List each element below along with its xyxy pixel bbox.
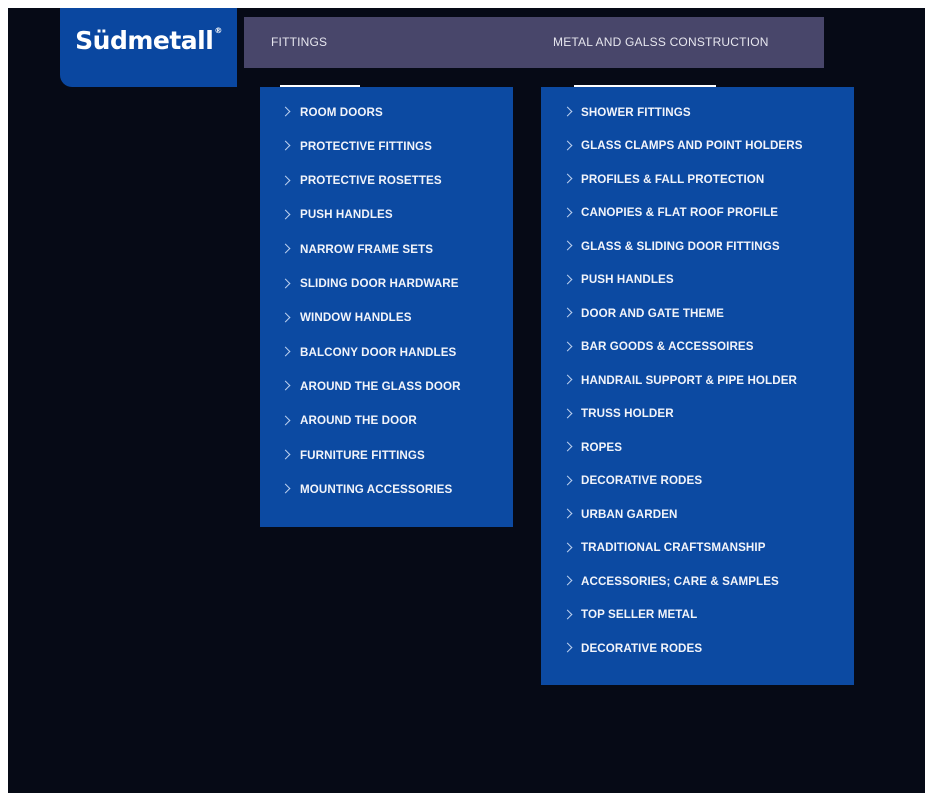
chevron-right-icon xyxy=(562,508,573,519)
metal-menu-item[interactable]: ACCESSORIES; CARE & SAMPLES xyxy=(541,571,854,591)
chevron-right-icon xyxy=(562,575,573,586)
metal-menu-item-label: DOOR AND GATE THEME xyxy=(581,306,724,320)
metal-menu-item-label: HANDRAIL SUPPORT & PIPE HOLDER xyxy=(581,373,798,387)
metal-menu-item-label: DECORATIVE RODES xyxy=(581,474,703,487)
chevron-right-icon xyxy=(562,441,573,452)
chevron-right-icon xyxy=(562,274,573,284)
chevron-right-icon xyxy=(562,307,573,318)
fittings-dropdown-menu: ROOM DOORS PROTECTIVE FITTINGS PROTECTIVE … xyxy=(260,87,513,527)
metal-menu-item[interactable]: TRUSS HOLDER xyxy=(541,404,854,424)
chevron-right-icon xyxy=(280,140,291,151)
metal-menu-item-label: DECORATIVE RODES xyxy=(581,641,703,655)
chevron-right-icon xyxy=(280,243,291,254)
main-navigation: FITTINGS METAL AND GALSS CONSTRUCTION xyxy=(244,17,824,68)
logo-text: Südmetall® xyxy=(75,26,222,55)
fittings-menu-item-label: MOUNTING ACCESSORIES xyxy=(300,482,453,496)
brand-logo[interactable]: Südmetall® xyxy=(60,8,237,87)
fittings-menu-item[interactable]: SLIDING DOOR HARDWARE xyxy=(260,274,513,294)
chevron-right-icon xyxy=(280,415,291,426)
logo-wordmark: Südmetall xyxy=(75,26,214,55)
metal-menu-item[interactable]: BAR GOODS & ACCESSOIRES xyxy=(541,337,854,357)
metal-menu-item-label: TRUSS HOLDER xyxy=(581,407,674,420)
metal-menu-item[interactable]: DECORATIVE RODES xyxy=(541,471,854,491)
chevron-right-icon xyxy=(562,140,573,150)
fittings-menu-item-label: PROTECTIVE FITTINGS xyxy=(300,139,433,153)
chevron-right-icon xyxy=(562,207,573,217)
chevron-right-icon xyxy=(562,642,573,653)
metal-menu-item[interactable]: GLASS & SLIDING DOOR FITTINGS xyxy=(541,236,854,256)
metal-menu-item[interactable]: GLASS CLAMPS AND POINT HOLDERS xyxy=(541,136,854,156)
chevron-right-icon xyxy=(562,609,573,619)
nav-item-metal-glass-construction[interactable]: METAL AND GALSS CONSTRUCTION xyxy=(553,17,769,68)
metal-glass-dropdown-menu: SHOWER FITTINGS GLASS CLAMPS AND POINT HO… xyxy=(541,87,854,685)
fittings-menu-item-label: PROTECTIVE ROSETTES xyxy=(300,174,442,188)
metal-menu-item[interactable]: TRADITIONAL CRAFTSMANSHIP xyxy=(541,538,854,558)
chevron-right-icon xyxy=(280,380,291,391)
metal-menu-item[interactable]: PROFILES & FALL PROTECTION xyxy=(541,169,854,189)
chevron-right-icon xyxy=(562,240,573,251)
chevron-right-icon xyxy=(280,449,291,460)
metal-menu-item-label: PROFILES & FALL PROTECTION xyxy=(581,172,765,186)
fittings-menu-item-label: WINDOW HANDLES xyxy=(300,311,412,325)
fittings-menu-item[interactable]: PROTECTIVE ROSETTES xyxy=(260,171,513,191)
fittings-menu-item[interactable]: MOUNTING ACCESSORIES xyxy=(260,479,513,499)
metal-menu-item-label: BAR GOODS & ACCESSOIRES xyxy=(581,340,754,353)
metal-menu-item-label: TRADITIONAL CRAFTSMANSHIP xyxy=(581,541,766,554)
chevron-right-icon xyxy=(280,106,291,117)
chevron-right-icon xyxy=(280,483,291,494)
metal-menu-item[interactable]: DOOR AND GATE THEME xyxy=(541,303,854,323)
metal-menu-item[interactable]: HANDRAIL SUPPORT & PIPE HOLDER xyxy=(541,370,854,390)
fittings-menu-item[interactable]: PUSH HANDLES xyxy=(260,205,513,225)
metal-menu-item[interactable]: SHOWER FITTINGS xyxy=(541,102,854,122)
fittings-menu-item-label: ROOM DOORS xyxy=(300,105,383,119)
metal-menu-item[interactable]: ROPES xyxy=(541,437,854,457)
metal-menu-item-label: ACCESSORIES; CARE & SAMPLES xyxy=(581,574,779,588)
metal-menu-item-label: SHOWER FITTINGS xyxy=(581,105,691,119)
fittings-menu-item[interactable]: AROUND THE GLASS DOOR xyxy=(260,376,513,396)
metal-menu-item[interactable]: PUSH HANDLES xyxy=(541,270,854,290)
logo-registered-mark: ® xyxy=(214,26,222,35)
metal-menu-item[interactable]: DECORATIVE RODES xyxy=(541,638,854,658)
chevron-right-icon xyxy=(562,106,573,117)
chevron-right-icon xyxy=(280,278,291,288)
nav-item-fittings[interactable]: FITTINGS xyxy=(271,17,327,68)
metal-menu-item-label: GLASS & SLIDING DOOR FITTINGS xyxy=(581,239,780,253)
chevron-right-icon xyxy=(562,475,573,485)
fittings-menu-item-label: FURNITURE FITTINGS xyxy=(300,448,425,462)
fittings-menu-item[interactable]: ROOM DOORS xyxy=(260,102,513,122)
fittings-menu-item-label: PUSH HANDLES xyxy=(300,208,393,222)
metal-menu-item-label: PUSH HANDLES xyxy=(581,273,674,286)
metal-menu-item-label: GLASS CLAMPS AND POINT HOLDERS xyxy=(581,139,803,152)
chevron-right-icon xyxy=(562,374,573,385)
metal-menu-item-label: CANOPIES & FLAT ROOF PROFILE xyxy=(581,206,779,219)
metal-menu-item[interactable]: TOP SELLER METAL xyxy=(541,605,854,625)
chevron-right-icon xyxy=(562,542,573,552)
metal-menu-item-label: URBAN GARDEN xyxy=(581,507,678,521)
metal-menu-item-label: ROPES xyxy=(581,440,623,454)
fittings-menu-item[interactable]: FURNITURE FITTINGS xyxy=(260,445,513,465)
metal-menu-item[interactable]: CANOPIES & FLAT ROOF PROFILE xyxy=(541,203,854,223)
metal-menu-item-label: TOP SELLER METAL xyxy=(581,608,698,621)
chevron-right-icon xyxy=(280,209,291,220)
chevron-right-icon xyxy=(562,408,573,418)
fittings-menu-item-label: AROUND THE DOOR xyxy=(300,414,417,428)
chevron-right-icon xyxy=(280,175,291,186)
metal-menu-item[interactable]: URBAN GARDEN xyxy=(541,504,854,524)
fittings-menu-item[interactable]: AROUND THE DOOR xyxy=(260,411,513,431)
fittings-menu-item-label: AROUND THE GLASS DOOR xyxy=(300,379,461,393)
fittings-menu-item-label: NARROW FRAME SETS xyxy=(300,242,434,256)
chevron-right-icon xyxy=(280,346,291,357)
page-backdrop: Südmetall® FITTINGS METAL AND GALSS CONS… xyxy=(8,8,925,793)
chevron-right-icon xyxy=(562,173,573,184)
chevron-right-icon xyxy=(562,341,573,351)
fittings-menu-item[interactable]: PROTECTIVE FITTINGS xyxy=(260,136,513,156)
fittings-menu-item[interactable]: BALCONY DOOR HANDLES xyxy=(260,342,513,362)
fittings-menu-item[interactable]: WINDOW HANDLES xyxy=(260,308,513,328)
fittings-menu-item-label: BALCONY DOOR HANDLES xyxy=(300,345,457,359)
chevron-right-icon xyxy=(280,312,291,323)
fittings-menu-item-label: SLIDING DOOR HARDWARE xyxy=(300,277,459,290)
fittings-menu-item[interactable]: NARROW FRAME SETS xyxy=(260,239,513,259)
